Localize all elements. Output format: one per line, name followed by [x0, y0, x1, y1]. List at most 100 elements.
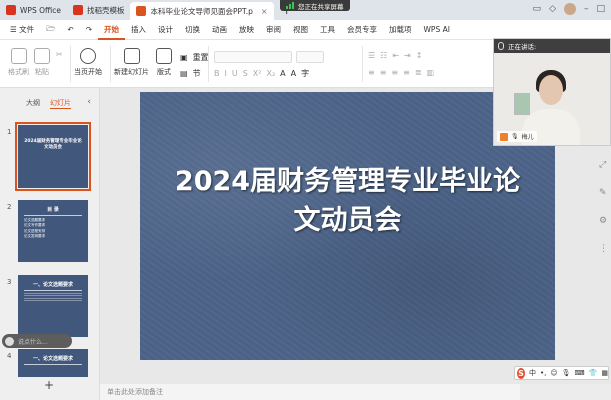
superscript-icon[interactable]: X²: [253, 69, 262, 78]
skin-icon[interactable]: ◇: [549, 4, 556, 14]
save-icon[interactable]: 🗁: [40, 23, 61, 36]
clipboard-icon: [34, 48, 50, 64]
menu-slideshow[interactable]: 放映: [233, 24, 260, 35]
cut-icon[interactable]: ✂: [56, 50, 63, 59]
numbered-list-icon[interactable]: ☷: [380, 51, 387, 60]
user-badge-icon: [500, 132, 508, 141]
thumb-rule: [24, 364, 82, 365]
keyboard-icon[interactable]: ⌨: [575, 369, 585, 377]
menu-addins[interactable]: 加载项: [383, 24, 418, 35]
justify-icon[interactable]: ≡: [403, 68, 410, 77]
bold-icon[interactable]: B: [214, 69, 220, 78]
tab-document[interactable]: 本科毕业论文导师见面会PPT.p ×: [130, 2, 274, 20]
side-tool-icon[interactable]: ⋮: [599, 244, 608, 254]
voice-icon[interactable]: 🎙: [562, 369, 571, 377]
menu-tools[interactable]: 工具: [314, 24, 341, 35]
mic-icon: [498, 42, 504, 50]
menu-view[interactable]: 视图: [287, 24, 314, 35]
chat-input-pill[interactable]: 说点什么...: [2, 334, 72, 348]
slide-thumbnail-4[interactable]: 一、论文选题要求: [18, 349, 88, 377]
collapse-panel-icon[interactable]: ‹: [87, 97, 91, 107]
window-controls: ▭ ◇ – □: [533, 3, 605, 15]
layout-icon[interactable]: ▭: [533, 4, 542, 14]
indent-increase-icon[interactable]: ⇥: [404, 51, 411, 60]
slide-thumbnail-2[interactable]: 目 录 论文选题要求 论文写作要求 论文进程安排 论文答辩要求: [18, 200, 88, 262]
menu-file[interactable]: ☰ 文件: [4, 24, 40, 35]
thumb-title: 目 录: [47, 207, 59, 213]
divider: [362, 46, 363, 82]
char-spacing-icon[interactable]: 字: [301, 68, 309, 79]
reset-button[interactable]: ▣ 重置: [180, 52, 209, 63]
indent-decrease-icon[interactable]: ⇤: [392, 51, 399, 60]
reset-icon: ▣: [180, 53, 188, 62]
font-family-select[interactable]: [214, 51, 292, 63]
punctuation-icon[interactable]: •,: [540, 369, 546, 377]
italic-icon[interactable]: I: [225, 69, 227, 78]
font-size-select[interactable]: [296, 51, 324, 63]
emoji-icon[interactable]: ☺: [550, 369, 557, 377]
undo-icon[interactable]: ↶: [61, 25, 79, 34]
paste-button[interactable]: 粘贴: [34, 48, 50, 77]
slide-thumbnail-3[interactable]: 一、论文选题要求: [18, 275, 88, 337]
side-tool-icon[interactable]: ✎: [599, 188, 608, 198]
bullet-list-icon[interactable]: ☰: [368, 51, 375, 60]
ime-toolbar[interactable]: S 中 •, ☺ 🎙 ⌨ 👕 ▦: [514, 366, 609, 380]
tab-template[interactable]: 找稻壳模板: [67, 0, 131, 20]
video-feed: 🎙 梅儿: [494, 53, 610, 145]
distribute-icon[interactable]: ≣: [415, 68, 422, 77]
layout-grid-icon: [156, 48, 172, 64]
highlight-icon[interactable]: A: [291, 69, 296, 78]
redo-icon[interactable]: ↷: [80, 25, 98, 34]
layout-button[interactable]: 版式: [156, 48, 172, 77]
menu-home[interactable]: 开始: [98, 19, 126, 40]
tab-slides[interactable]: 幻灯片: [50, 98, 71, 109]
thumb-text-line: [24, 297, 82, 298]
menu-insert[interactable]: 插入: [125, 24, 152, 35]
notes-area[interactable]: 单击此处添加备注: [100, 384, 520, 400]
menu-review[interactable]: 审阅: [260, 24, 287, 35]
menu-bar: ☰ 文件 🗁 ↶ ↷ 开始 插入 设计 切换 动画 放映 审阅 视图 工具 会员…: [0, 20, 611, 40]
avatar[interactable]: [563, 3, 576, 15]
thumb-rule: [24, 215, 82, 216]
slide-thumbnail-1[interactable]: 2024届财务管理专业毕业论文动员会: [15, 122, 91, 191]
menu-animation[interactable]: 动画: [206, 24, 233, 35]
thumb-line: 论文答辩要求: [24, 234, 45, 239]
menu-file-label: 文件: [19, 25, 35, 34]
section-button[interactable]: ▤ 节: [180, 68, 201, 79]
maximize-icon[interactable]: □: [596, 4, 605, 14]
line-spacing-icon[interactable]: ↕: [416, 51, 423, 60]
side-tool-icon[interactable]: ⚙: [599, 216, 608, 226]
thumb-text-line: [24, 295, 82, 296]
ime-lang[interactable]: 中: [529, 368, 536, 378]
slide-title[interactable]: 2024届财务管理专业毕业论文动员会: [140, 162, 555, 240]
add-slide-icon[interactable]: +: [44, 378, 54, 392]
align-center-icon[interactable]: ≡: [380, 68, 387, 77]
tab-outline[interactable]: 大纲: [26, 98, 40, 109]
columns-icon[interactable]: ▥: [427, 68, 435, 77]
subscript-icon[interactable]: X₂: [266, 69, 275, 78]
menu-member[interactable]: 会员专享: [341, 24, 383, 35]
tab-wps-office[interactable]: WPS Office: [0, 0, 67, 20]
speaker-tag: 🎙 梅儿: [497, 131, 537, 142]
font-color-icon[interactable]: A: [280, 69, 285, 78]
thumb-number: 1: [7, 128, 12, 136]
align-left-icon[interactable]: ≡: [368, 68, 375, 77]
toolbox-icon[interactable]: ▦: [601, 369, 608, 377]
menu-wps-ai[interactable]: WPS AI: [418, 25, 456, 34]
format-painter-button[interactable]: 格式刷: [8, 48, 29, 77]
side-tool-icon[interactable]: ⤢: [599, 160, 608, 170]
menu-transition[interactable]: 切换: [179, 24, 206, 35]
minimize-icon[interactable]: –: [584, 4, 589, 14]
menu-design[interactable]: 设计: [152, 24, 179, 35]
thumb-number: 4: [7, 352, 12, 360]
align-right-icon[interactable]: ≡: [391, 68, 398, 77]
video-call-window[interactable]: 正在讲话: 🎙 梅儿: [493, 38, 611, 146]
strikethrough-icon[interactable]: S: [243, 69, 248, 78]
underline-icon[interactable]: U: [232, 69, 238, 78]
screen-share-banner: 您正在共享屏幕: [280, 0, 350, 11]
skin-icon[interactable]: 👕: [589, 369, 598, 377]
play-from-current-button[interactable]: 当页开始: [74, 48, 102, 77]
new-slide-button[interactable]: 新建幻灯片: [114, 48, 149, 77]
close-icon[interactable]: ×: [261, 7, 268, 16]
paragraph-tools-bottom: ≡ ≡ ≡ ≡ ≣ ▥: [368, 68, 434, 77]
